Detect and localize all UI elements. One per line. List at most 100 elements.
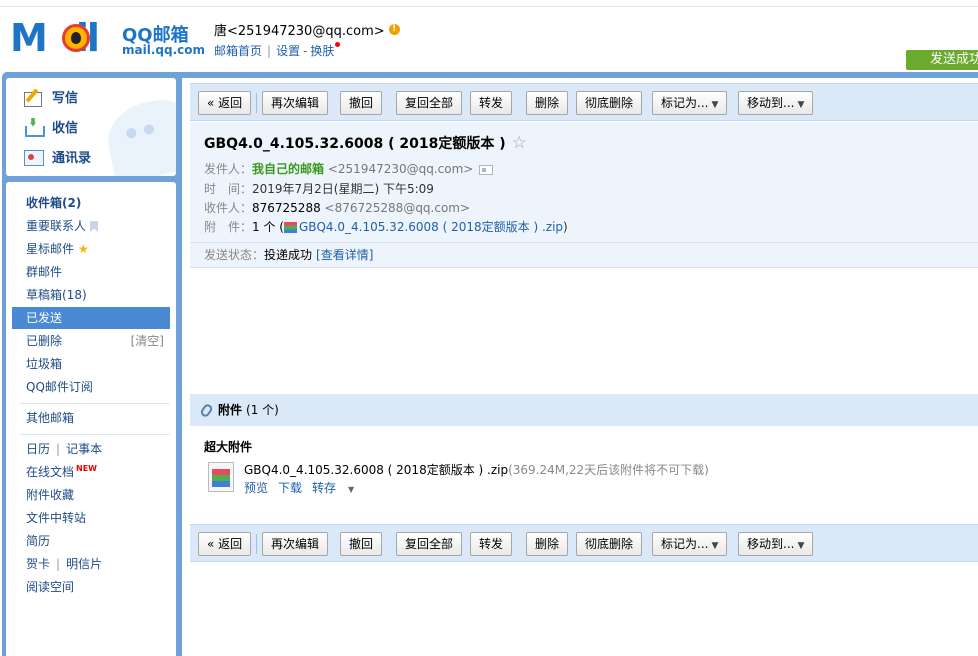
- mail-header: GBQ4.0_4.105.32.6008 ( 2018定额版本 ) ☆ 发件人：…: [190, 122, 978, 268]
- greeting-card-link[interactable]: 贺卡: [26, 557, 50, 571]
- attachment-count: 1 个 (: [252, 220, 284, 234]
- folder-starred[interactable]: 星标邮件 ★: [12, 238, 170, 260]
- link-separator: |: [267, 43, 272, 58]
- folder-group[interactable]: 群邮件: [12, 261, 170, 283]
- change-skin-link[interactable]: 换肤: [310, 42, 334, 59]
- attachment-file-meta: (369.24M,22天后该附件将不可下载): [508, 463, 709, 477]
- new-badge: NEW: [76, 464, 97, 473]
- clear-trash-link[interactable]: [清空]: [131, 330, 164, 352]
- subject-text: GBQ4.0_4.105.32.6008 ( 2018定额版本 ): [204, 136, 506, 152]
- folder-other-mailboxes[interactable]: 其他邮箱: [12, 407, 170, 429]
- mail-read-panel: « 返回 再次编辑 撤回 复回全部 转发 删除 彻底删除 标记为... ▼ 移动到…: [182, 78, 978, 656]
- chevron-down-icon: ▼: [797, 100, 805, 110]
- recipient-name[interactable]: 876725288: [252, 201, 321, 215]
- recipient-label: 收件人：: [204, 201, 253, 215]
- link-dash: -: [303, 43, 308, 58]
- back-button[interactable]: « 返回: [198, 91, 252, 115]
- delete-button[interactable]: 删除: [526, 532, 569, 556]
- app-resume[interactable]: 简历: [12, 530, 170, 552]
- folder-list: 收件箱(2) 重要联系人 星标邮件 ★ 群邮件 草稿箱(18) 已发送 已删除 [清…: [6, 182, 176, 656]
- edit-again-button[interactable]: 再次编辑: [262, 532, 329, 556]
- app-online-docs[interactable]: 在线文档 NEW: [12, 461, 170, 483]
- folder-vip[interactable]: 重要联系人: [12, 215, 170, 237]
- settings-link[interactable]: 设置: [276, 42, 300, 59]
- postcard-link[interactable]: 明信片: [66, 557, 102, 571]
- attachment-link[interactable]: GBQ4.0_4.105.32.6008 ( 2018定额版本 ) .zip: [299, 220, 563, 234]
- app-reading-space[interactable]: 阅读空间: [12, 576, 170, 598]
- forward-button[interactable]: 转发: [470, 91, 513, 115]
- move-to-label: 移动到...: [747, 96, 795, 110]
- reply-all-button[interactable]: 复回全部: [396, 91, 463, 115]
- contacts-button[interactable]: 通讯录: [24, 147, 91, 166]
- logo-domain: mail.qq.com: [122, 43, 205, 57]
- folder-sent[interactable]: 已发送: [12, 307, 170, 329]
- write-mail-button[interactable]: 写信: [24, 87, 79, 107]
- move-to-dropdown[interactable]: 移动到... ▼: [738, 532, 814, 556]
- delete-permanently-button[interactable]: 彻底删除: [576, 91, 643, 115]
- quick-actions: 写信 收信 通讯录: [6, 78, 176, 176]
- zip-file-icon: [283, 222, 297, 233]
- receive-mail-button[interactable]: 收信: [24, 117, 79, 137]
- folder-divider: [20, 403, 170, 404]
- folder-spam[interactable]: 垃圾箱: [12, 353, 170, 375]
- save-to-dropdown[interactable]: 转存 ▼: [312, 481, 354, 495]
- edit-again-button[interactable]: 再次编辑: [262, 91, 329, 115]
- attachment-file-line: GBQ4.0_4.105.32.6008 ( 2018定额版本 ) .zip(3…: [244, 461, 709, 478]
- top-divider: [0, 6, 978, 7]
- attachment-label: 附 件：: [204, 220, 253, 234]
- notification-dot-icon: [335, 42, 341, 47]
- notes-link[interactable]: 记事本: [66, 442, 102, 456]
- send-success-banner: 发送成功: [906, 50, 978, 70]
- folder-deleted[interactable]: 已删除 [清空]: [12, 330, 170, 352]
- write-mail-label: 写信: [52, 91, 79, 106]
- mark-as-dropdown[interactable]: 标记为... ▼: [652, 91, 728, 115]
- delete-permanently-button[interactable]: 彻底删除: [576, 532, 643, 556]
- mailbox-home-link[interactable]: 邮箱首页: [214, 42, 262, 59]
- sender-name[interactable]: 我自己的邮箱: [252, 162, 324, 176]
- delivery-status: 发送状态：投递成功 [查看详情]: [190, 242, 978, 268]
- chevron-down-icon: ▼: [711, 541, 719, 551]
- recall-button[interactable]: 撤回: [340, 91, 383, 115]
- folder-drafts[interactable]: 草稿箱(18): [12, 284, 170, 306]
- move-to-dropdown[interactable]: 移动到... ▼: [738, 91, 814, 115]
- download-link[interactable]: 下载: [278, 481, 302, 495]
- receive-mail-label: 收信: [52, 121, 79, 136]
- zip-archive-icon[interactable]: [208, 462, 234, 492]
- view-details-link[interactable]: [查看详情]: [316, 248, 373, 262]
- back-button[interactable]: « 返回: [198, 532, 252, 556]
- folder-vip-label: 重要联系人: [26, 219, 87, 233]
- qq-mail-logo[interactable]: Mil QQ邮箱 mail.qq.com: [10, 18, 205, 62]
- save-to-label: 转存: [312, 481, 337, 495]
- folder-deleted-label: 已删除: [26, 334, 63, 348]
- folder-subscribe[interactable]: QQ邮件订阅: [12, 376, 170, 398]
- preview-link[interactable]: 预览: [244, 481, 268, 495]
- account-name: 唐<251947230@qq.com>: [214, 24, 385, 39]
- mark-as-dropdown[interactable]: 标记为... ▼: [652, 532, 728, 556]
- mark-as-label: 标记为...: [661, 537, 709, 551]
- warning-icon[interactable]: !: [388, 24, 400, 35]
- mail-subject: GBQ4.0_4.105.32.6008 ( 2018定额版本 ) ☆: [204, 133, 527, 153]
- star-outline-icon[interactable]: ☆: [512, 133, 527, 153]
- link-separator: |: [56, 557, 61, 571]
- folder-divider: [20, 434, 170, 435]
- app-file-transfer[interactable]: 文件中转站: [12, 507, 170, 529]
- contact-card-icon[interactable]: [479, 164, 494, 175]
- app-row-cards: 贺卡 | 明信片: [12, 553, 170, 575]
- delete-button[interactable]: 删除: [526, 91, 569, 115]
- app-attachment-favorites[interactable]: 附件收藏: [12, 484, 170, 506]
- attachments-section-header: 附件 (1 个): [190, 394, 978, 426]
- toolbar-top: « 返回 再次编辑 撤回 复回全部 转发 删除 彻底删除 标记为... ▼ 移动到…: [190, 83, 978, 121]
- calendar-link[interactable]: 日历: [26, 442, 50, 456]
- contact-card-icon: [24, 148, 44, 166]
- reply-all-button[interactable]: 复回全部: [396, 532, 463, 556]
- forward-button[interactable]: 转发: [470, 532, 513, 556]
- recipient-row: 收件人：876725288 <876725288@qq.com>: [204, 199, 470, 216]
- sender-label: 发件人：: [204, 162, 253, 176]
- move-to-label: 移动到...: [747, 537, 795, 551]
- sent-time: 2019年7月2日(星期二) 下午5:09: [252, 182, 434, 196]
- attachment-file-name[interactable]: GBQ4.0_4.105.32.6008 ( 2018定额版本 ) .zip: [244, 463, 508, 477]
- recall-button[interactable]: 撤回: [340, 532, 383, 556]
- online-docs-label: 在线文档: [26, 465, 75, 479]
- folder-inbox[interactable]: 收件箱(2): [12, 192, 170, 214]
- attachment-actions: 预览 下载 转存 ▼: [244, 479, 364, 496]
